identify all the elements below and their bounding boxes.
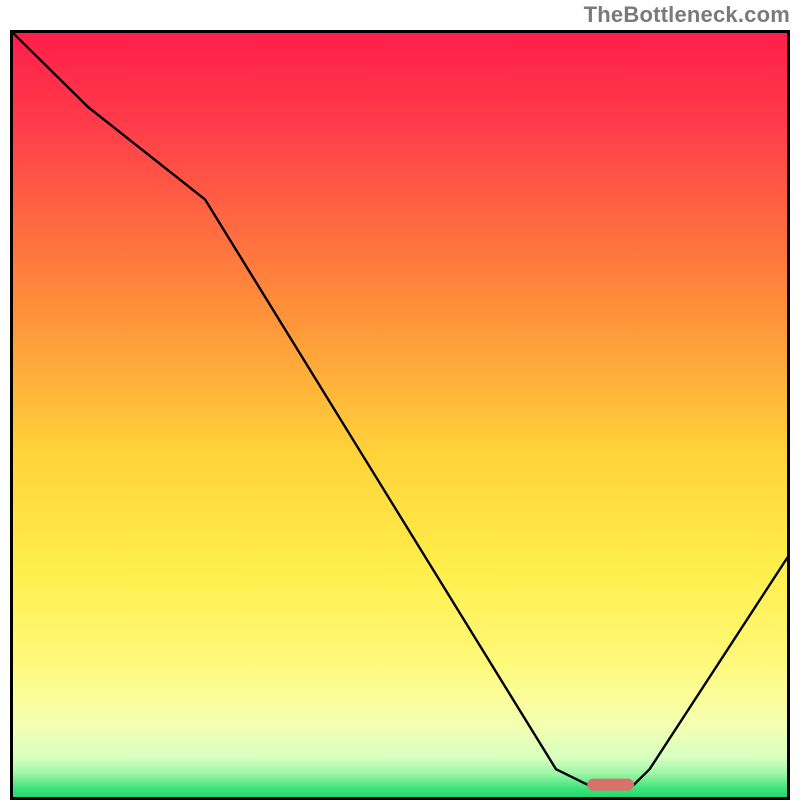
gradient-background: [10, 30, 790, 800]
optimal-marker: [587, 779, 634, 791]
watermark-text: TheBottleneck.com: [584, 2, 790, 28]
chart-root: TheBottleneck.com: [0, 0, 800, 800]
plot-area: [10, 30, 790, 800]
chart-svg: [10, 30, 790, 800]
